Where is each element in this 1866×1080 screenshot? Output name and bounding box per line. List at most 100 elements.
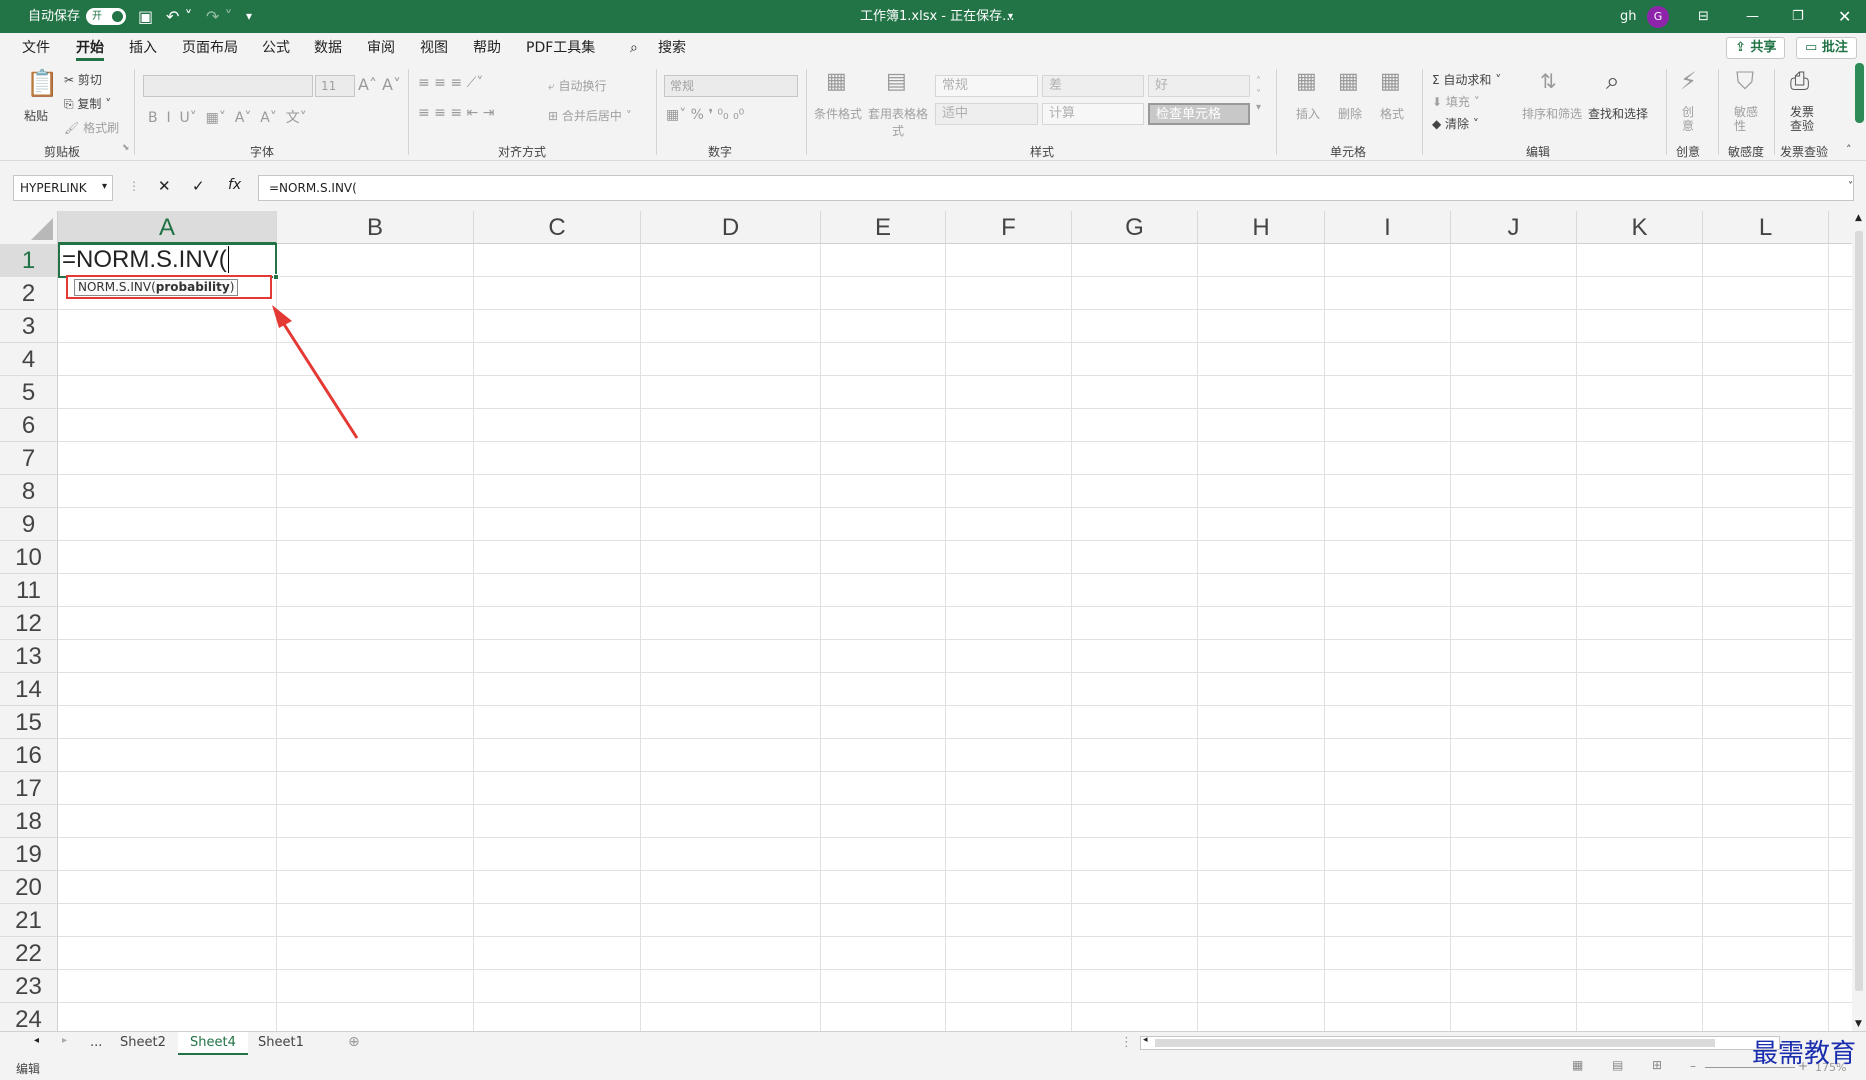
- row-header-23[interactable]: 23: [0, 970, 58, 1003]
- format-cells-button[interactable]: 格式: [1380, 105, 1404, 122]
- ribbon-display-icon[interactable]: ⊟: [1698, 0, 1709, 33]
- expand-formula-icon[interactable]: ˅: [1848, 181, 1853, 192]
- redo-icon[interactable]: ↷ ˅: [206, 0, 233, 33]
- avatar[interactable]: G: [1647, 6, 1669, 28]
- row-header-8[interactable]: 8: [0, 475, 58, 508]
- comments-button[interactable]: ▭ 批注: [1796, 37, 1857, 59]
- column-header-j[interactable]: J: [1451, 211, 1577, 244]
- style-neutral[interactable]: 适中: [935, 103, 1038, 125]
- insert-cells-button[interactable]: 插入: [1296, 105, 1320, 122]
- copy-button[interactable]: ⎘ 复制 ˅: [64, 95, 111, 112]
- add-sheet-icon[interactable]: ⊕: [348, 1034, 360, 1050]
- insert-cells-icon[interactable]: ▦: [1296, 69, 1317, 94]
- row-header-20[interactable]: 20: [0, 871, 58, 904]
- row-header-16[interactable]: 16: [0, 739, 58, 772]
- tab-view[interactable]: 视图: [420, 33, 448, 63]
- sensitivity-icon[interactable]: ⛉: [1736, 67, 1754, 95]
- delete-cells-button[interactable]: 删除: [1338, 105, 1362, 122]
- next-sheet-icon[interactable]: ▸: [62, 1035, 67, 1046]
- format-as-table-icon[interactable]: ▤: [886, 69, 907, 94]
- invoice-check-icon[interactable]: ⎙: [1790, 67, 1809, 95]
- format-cells-icon[interactable]: ▦: [1380, 69, 1401, 94]
- name-box[interactable]: HYPERLINK: [13, 175, 113, 201]
- format-painter-button[interactable]: 🖌 格式刷: [64, 119, 119, 136]
- conditional-format-icon[interactable]: ▦: [826, 69, 847, 94]
- ribbon-scrollbar[interactable]: [1855, 63, 1864, 123]
- row-header-22[interactable]: 22: [0, 937, 58, 970]
- tab-data[interactable]: 数据: [314, 33, 342, 63]
- paste-icon[interactable]: 📋: [26, 69, 58, 99]
- invoice-check-button[interactable]: 发票查验: [1790, 105, 1818, 133]
- horizontal-scrollbar[interactable]: ◂: [1140, 1035, 1780, 1050]
- tab-file[interactable]: 文件: [22, 33, 50, 63]
- tab-review[interactable]: 审阅: [367, 33, 395, 63]
- clear-button[interactable]: ◆ 清除 ˅: [1432, 115, 1479, 132]
- row-header-9[interactable]: 9: [0, 508, 58, 541]
- worksheet-grid[interactable]: ABCDEFGHIJKL 1 2 3 4 5 6 7 8 9 10 11 12 13 14 15 16 17 18…: [0, 211, 1852, 1031]
- style-calculation[interactable]: 计算: [1042, 103, 1144, 125]
- sort-filter-icon[interactable]: ⇅: [1540, 69, 1557, 93]
- autosum-button[interactable]: Σ 自动求和 ˅: [1432, 71, 1501, 88]
- style-bad[interactable]: 差: [1042, 75, 1144, 97]
- column-header-c[interactable]: C: [474, 211, 641, 244]
- vertical-scrollbar[interactable]: ▲ ▼: [1852, 211, 1866, 1031]
- tab-help[interactable]: 帮助: [473, 33, 501, 63]
- scroll-down-icon[interactable]: ▼: [1855, 1019, 1862, 1029]
- fill-button[interactable]: ⬇ 填充 ˅: [1432, 93, 1480, 110]
- style-check-cell[interactable]: 检查单元格: [1148, 103, 1250, 125]
- row-header-24[interactable]: 24: [0, 1003, 58, 1031]
- horizontal-align-icons[interactable]: ≡ ≡ ≡ ⇤ ⇥: [418, 105, 494, 121]
- close-icon[interactable]: ✕: [1838, 0, 1851, 33]
- font-size-select[interactable]: 11: [315, 75, 355, 97]
- font-style-icons[interactable]: B I U˅ ▦˅ A˅ A˅ 文˅: [148, 107, 307, 127]
- row-header-11[interactable]: 11: [0, 574, 58, 607]
- row-header-12[interactable]: 12: [0, 607, 58, 640]
- prev-sheet-icon[interactable]: ◂: [34, 1035, 39, 1046]
- sort-filter-button[interactable]: 排序和筛选: [1522, 105, 1582, 122]
- column-header-f[interactable]: F: [946, 211, 1072, 244]
- row-header-18[interactable]: 18: [0, 805, 58, 838]
- column-header-d[interactable]: D: [641, 211, 821, 244]
- collapse-ribbon-icon[interactable]: ˄: [1846, 143, 1852, 156]
- row-header-19[interactable]: 19: [0, 838, 58, 871]
- customize-qat-icon[interactable]: ▾: [246, 0, 252, 33]
- row-header-10[interactable]: 10: [0, 541, 58, 574]
- number-format-icons[interactable]: ▦˅ % ❜ ⁰₀ ₀⁰: [666, 107, 744, 123]
- formula-input[interactable]: =NORM.S.INV(: [258, 175, 1854, 201]
- styles-scroll-icon[interactable]: ˄ ˅ ▾: [1256, 75, 1261, 114]
- style-normal[interactable]: 常规: [935, 75, 1038, 97]
- row-header-17[interactable]: 17: [0, 772, 58, 805]
- enter-icon[interactable]: ✓: [192, 177, 205, 195]
- page-layout-view-icon[interactable]: ▤: [1612, 1058, 1623, 1072]
- scroll-left-icon[interactable]: ◂: [1143, 1035, 1148, 1045]
- merge-center-button[interactable]: ⊞ 合并后居中 ˅: [548, 107, 632, 124]
- page-break-view-icon[interactable]: ⊞: [1652, 1058, 1662, 1072]
- restore-icon[interactable]: ❐: [1792, 0, 1804, 33]
- column-header-h[interactable]: H: [1198, 211, 1325, 244]
- column-header-k[interactable]: K: [1577, 211, 1703, 244]
- sensitivity-button[interactable]: 敏感性: [1734, 105, 1762, 133]
- vertical-align-icons[interactable]: ≡ ≡ ≡ ⟋˅: [418, 75, 483, 91]
- conditional-format-button[interactable]: 条件格式: [814, 105, 862, 122]
- row-header-21[interactable]: 21: [0, 904, 58, 937]
- tab-formulas[interactable]: 公式: [262, 33, 290, 63]
- font-name-select[interactable]: [143, 75, 313, 97]
- clipboard-launcher-icon[interactable]: ⬊: [122, 143, 130, 153]
- tab-insert[interactable]: 插入: [129, 33, 157, 63]
- sheet-tab-sheet2[interactable]: Sheet2: [108, 1032, 178, 1056]
- cut-button[interactable]: ✂ 剪切: [64, 71, 102, 88]
- delete-cells-icon[interactable]: ▦: [1338, 69, 1359, 94]
- undo-icon[interactable]: ↶ ˅: [166, 0, 193, 33]
- scroll-up-icon[interactable]: ▲: [1855, 213, 1862, 223]
- column-header-e[interactable]: E: [821, 211, 946, 244]
- normal-view-icon[interactable]: ▦: [1572, 1058, 1583, 1072]
- wrap-text-button[interactable]: ⤶ 自动换行: [548, 77, 607, 94]
- insert-function-icon[interactable]: fx: [228, 177, 241, 193]
- find-select-icon[interactable]: ⌕: [1606, 67, 1619, 95]
- column-header-i[interactable]: I: [1325, 211, 1451, 244]
- sheet-tab-sheet1[interactable]: Sheet1: [246, 1032, 316, 1056]
- title-dropdown-icon[interactable]: ▾: [1008, 0, 1013, 33]
- cancel-icon[interactable]: ✕: [158, 177, 171, 195]
- share-button[interactable]: ⇪ 共享: [1726, 37, 1786, 59]
- number-format-select[interactable]: 常规: [664, 75, 798, 97]
